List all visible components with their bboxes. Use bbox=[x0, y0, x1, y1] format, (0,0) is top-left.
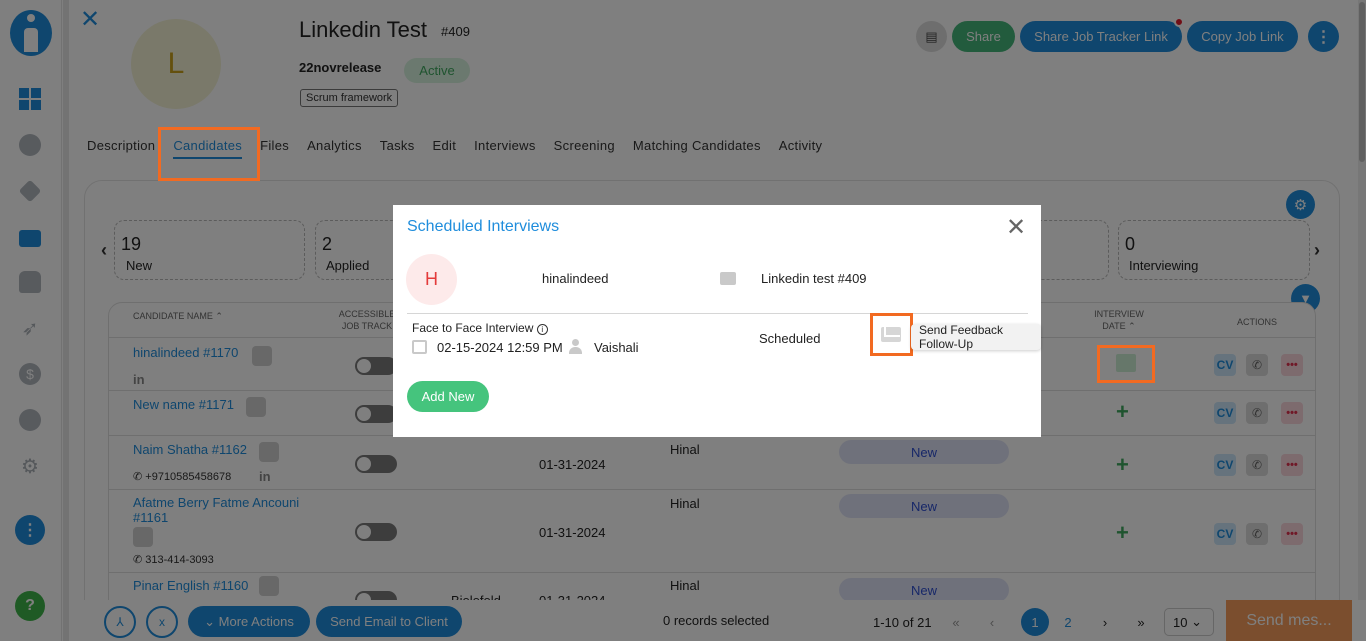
interview-type: Face to Face Interview i bbox=[412, 321, 548, 335]
candidate-avatar: H bbox=[406, 254, 457, 305]
divider bbox=[407, 313, 1028, 314]
add-new-button[interactable]: Add New bbox=[407, 381, 489, 412]
interview-status: Scheduled bbox=[759, 331, 821, 346]
interviewer-name: Vaishali bbox=[594, 340, 639, 355]
scheduled-interviews-modal: Scheduled Interviews ✕ H hinalindeed Lin… bbox=[393, 205, 1041, 437]
highlight-candidates-tab bbox=[158, 127, 260, 181]
highlight-mail-button bbox=[870, 313, 913, 356]
candidate-name: hinalindeed bbox=[542, 271, 609, 286]
interview-datetime: 02-15-2024 12:59 PM bbox=[437, 340, 563, 355]
tooltip: Send Feedback Follow-Up bbox=[911, 323, 1041, 351]
job-name: Linkedin test #409 bbox=[761, 271, 867, 286]
info-icon[interactable]: i bbox=[536, 324, 548, 335]
calendar-icon bbox=[412, 340, 427, 354]
person-icon bbox=[569, 339, 582, 355]
briefcase-icon bbox=[720, 272, 736, 285]
close-icon[interactable]: ✕ bbox=[1006, 216, 1026, 240]
modal-title: Scheduled Interviews bbox=[407, 218, 560, 235]
highlight-interview-date bbox=[1097, 345, 1155, 383]
